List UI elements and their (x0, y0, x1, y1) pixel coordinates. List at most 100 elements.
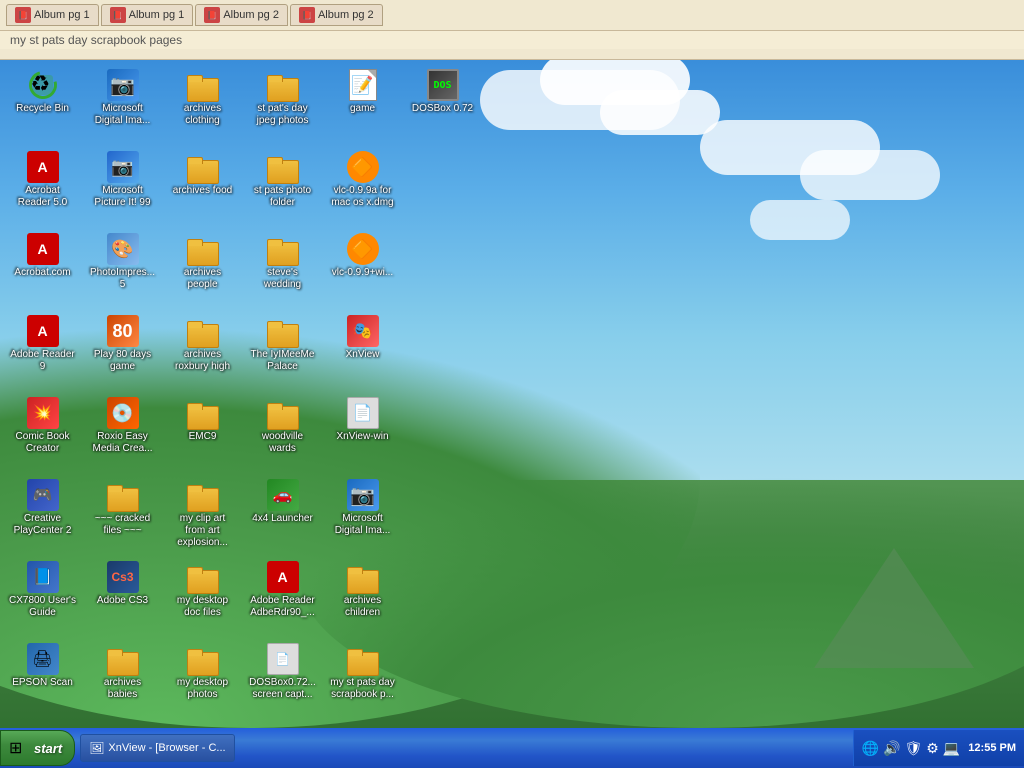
icon-label-4x4-launcher: 4x4 Launcher (252, 513, 313, 525)
icon-label-dosbox-072: DOSBox 0.72 (412, 103, 473, 115)
desktop-icon-acrobat-reader-5[interactable]: AAcrobat Reader 5.0 (5, 147, 80, 213)
network-icon: 🌐 (862, 740, 879, 757)
icon-image-vlc-mac: 🔶 (347, 151, 379, 183)
desktop-icon-recycle-bin[interactable]: ♻ Recycle Bin (5, 65, 80, 119)
icon-image-comic-book-creator: 💥 (27, 397, 59, 429)
desktop-icons-area: ♻Recycle Bin📷Microsoft Digital Ima...arc… (0, 60, 460, 740)
desktop-icon-dosbox-screen-capt[interactable]: 📄DOSBox0.72... screen capt... (245, 639, 320, 705)
desktop-icon-game[interactable]: 📝game (325, 65, 400, 119)
icon-label-recycle-bin: Recycle Bin (16, 103, 69, 115)
desktop-icon-archives-roxbury[interactable]: archives roxbury high (165, 311, 240, 377)
desktop-icon-xnview-win[interactable]: 📄 XnView-win (325, 393, 400, 447)
taskbar-apps: 🖼XnView - [Browser - C... (80, 734, 852, 762)
desktop-icon-archives-clothing[interactable]: archives clothing (165, 65, 240, 131)
icon-label-vlc-mac: vlc-0.9.9a for mac os x.dmg (329, 185, 396, 209)
icon-label-st-pats-photo-folder: st pats photo folder (249, 185, 316, 209)
desktop-icon-photoimpres-5[interactable]: 🎨PhotoImpres... 5 (85, 229, 160, 295)
icon-label-xnview: XnView (346, 349, 380, 361)
desktop-icon-my-desktop-photos[interactable]: my desktop photos (165, 639, 240, 705)
desktop-icon-ms-digital-img1[interactable]: 📷Microsoft Digital Ima... (85, 65, 160, 131)
album-tab-label: Album pg 2 (223, 9, 279, 21)
icon-image-my-desktop-photos (187, 643, 219, 675)
desktop-icon-iyimeeme-palace[interactable]: The IyIMeeMe Palace (245, 311, 320, 377)
desktop-icon-adobe-cs3[interactable]: Cs3Adobe CS3 (85, 557, 160, 611)
album-tab-album-pg2-a[interactable]: 📕Album pg 2 (195, 4, 288, 26)
desktop-icon-archives-babies[interactable]: archives babies (85, 639, 160, 705)
album-tab-album-pg1-b[interactable]: 📕Album pg 1 (101, 4, 194, 26)
desktop-icon-st-pats-scrapbook[interactable]: my st pats day scrapbook p... (325, 639, 400, 705)
desktop-icon-roxio-easy-media[interactable]: 💿Roxio Easy Media Crea... (85, 393, 160, 459)
desktop-icon-ms-picture-it-99[interactable]: 📷Microsoft Picture It! 99 (85, 147, 160, 213)
desktop-icon-adobe-reader-adbe[interactable]: AAdobe Reader AdbeRdr90_... (245, 557, 320, 623)
desktop-icon-vlc-mac[interactable]: 🔶vlc-0.9.9a for mac os x.dmg (325, 147, 400, 213)
desktop-icon-cx7800-guide[interactable]: 📘CX7800 User's Guide (5, 557, 80, 623)
icon-image-archives-babies (107, 643, 139, 675)
icon-image-recycle-bin: ♻ (27, 69, 59, 101)
icon-image-play-80-days: 80 (107, 315, 139, 347)
icon-label-archives-people: archives people (169, 267, 236, 291)
desktop-icon-my-desktop-doc[interactable]: my desktop doc files (165, 557, 240, 623)
desktop-icon-steves-wedding[interactable]: steve's wedding (245, 229, 320, 295)
icon-label-play-80-days: Play 80 days game (89, 349, 156, 373)
icon-label-ms-picture-it-99: Microsoft Picture It! 99 (89, 185, 156, 209)
start-button[interactable]: ⊞ start (0, 730, 75, 766)
icon-label-archives-clothing: archives clothing (169, 103, 236, 127)
desktop-icon-comic-book-creator[interactable]: 💥Comic Book Creator (5, 393, 80, 459)
icon-label-woodville-wards: woodville wards (249, 431, 316, 455)
desktop-icon-creative-playcenter[interactable]: 🎮Creative PlayCenter 2 (5, 475, 80, 541)
icon-image-acrobat-com: A (27, 233, 59, 265)
desktop-icon-archives-children[interactable]: archives children (325, 557, 400, 623)
icon-image-vlc-win: 🔶 (347, 233, 379, 265)
icon-image-epson-scan: 🖨 (27, 643, 59, 675)
icon-image-my-desktop-doc (187, 561, 219, 593)
icon-image-cx7800-guide: 📘 (27, 561, 59, 593)
icon-label-cracked-files: ~~~ cracked files ~~~ (89, 513, 156, 537)
icon-label-my-desktop-doc: my desktop doc files (169, 595, 236, 619)
desktop-icon-acrobat-com[interactable]: AAcrobat.com (5, 229, 80, 283)
taskbar-app[interactable]: 🖼XnView - [Browser - C... (80, 734, 234, 762)
desktop-icon-archives-people[interactable]: archives people (165, 229, 240, 295)
desktop-icon-cracked-files[interactable]: ~~~ cracked files ~~~ (85, 475, 160, 541)
desktop-icon-st-pats-day-jpeg[interactable]: st pat's day jpeg photos (245, 65, 320, 131)
security-icon: 🛡 (905, 740, 923, 757)
icon-label-iyimeeme-palace: The IyIMeeMe Palace (249, 349, 316, 373)
icon-image-xnview-win: 📄 (347, 397, 379, 429)
desktop-icon-archives-food[interactable]: archives food (165, 147, 240, 201)
desktop-icon-4x4-launcher[interactable]: 🚗 4x4 Launcher (245, 475, 320, 529)
icon-label-steves-wedding: steve's wedding (249, 267, 316, 291)
icon-label-emc9: EMC9 (189, 431, 217, 443)
album-tab-icon: 📕 (15, 7, 31, 23)
taskbar: ⊞ start 🖼XnView - [Browser - C... 🌐 🔊 🛡 … (0, 728, 1024, 768)
desktop-icon-xnview[interactable]: 🎭XnView (325, 311, 400, 365)
icon-label-ms-digital-img2: Microsoft Digital Ima... (329, 513, 396, 537)
icon-label-adobe-reader-9: Adobe Reader 9 (9, 349, 76, 373)
icon-image-dosbox-072: DOS (427, 69, 459, 101)
album-tab-label: Album pg 1 (34, 9, 90, 21)
album-tab-icon: 📕 (110, 7, 126, 23)
clock: 12:55 PM (968, 742, 1016, 754)
desktop-icon-ms-digital-img2[interactable]: 📷Microsoft Digital Ima... (325, 475, 400, 541)
album-tab-album-pg1-a[interactable]: 📕Album pg 1 (6, 4, 99, 26)
desktop-icon-epson-scan[interactable]: 🖨EPSON Scan (5, 639, 80, 693)
desktop-icon-emc9[interactable]: EMC9 (165, 393, 240, 447)
desktop-icon-adobe-reader-9[interactable]: AAdobe Reader 9 (5, 311, 80, 377)
icon-image-creative-playcenter: 🎮 (27, 479, 59, 511)
icon-image-acrobat-reader-5: A (27, 151, 59, 183)
desktop-icon-st-pats-photo-folder[interactable]: st pats photo folder (245, 147, 320, 213)
icon-image-adobe-reader-adbe: A (267, 561, 299, 593)
album-tab-album-pg2-b[interactable]: 📕Album pg 2 (290, 4, 383, 26)
icon-image-dosbox-screen-capt: 📄 (267, 643, 299, 675)
icon-image-4x4-launcher: 🚗 (267, 479, 299, 511)
desktop-icon-play-80-days[interactable]: 80Play 80 days game (85, 311, 160, 377)
desktop-icon-my-clip-art[interactable]: my clip art from art explosion... (165, 475, 240, 553)
windows-logo-icon: ⊞ (9, 738, 29, 758)
icon-image-emc9 (187, 397, 219, 429)
desktop-icon-vlc-win[interactable]: 🔶vlc-0.9.9+wi... (325, 229, 400, 283)
start-label: start (34, 741, 62, 756)
icon-label-xnview-win: XnView-win (336, 431, 388, 443)
desktop-icon-woodville-wards[interactable]: woodville wards (245, 393, 320, 459)
desktop-icon-dosbox-072[interactable]: DOS DOSBox 0.72 (405, 65, 480, 119)
album-tab-icon: 📕 (299, 7, 315, 23)
icon-label-st-pats-scrapbook: my st pats day scrapbook p... (329, 677, 396, 701)
album-tabs: 📕Album pg 1📕Album pg 1📕Album pg 2📕Album … (0, 0, 1024, 30)
